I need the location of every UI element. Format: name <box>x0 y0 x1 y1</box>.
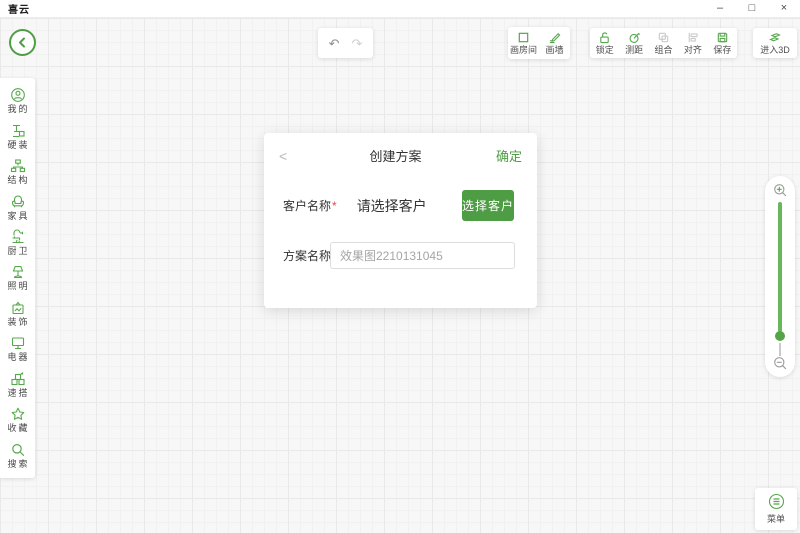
required-mark: * <box>332 199 337 213</box>
plan-name-input[interactable] <box>330 242 515 269</box>
zoom-slider-track[interactable] <box>778 202 782 332</box>
zoom-out-icon[interactable] <box>772 355 788 371</box>
sidebar-item-label: 照明 <box>5 282 29 291</box>
appliance-icon <box>10 335 26 351</box>
enter-3d-button[interactable]: 进入3D <box>753 30 797 56</box>
customer-field-value: 请选择客户 <box>357 196 427 216</box>
sidebar-item-label: 家具 <box>5 212 29 221</box>
menu-icon <box>768 493 785 510</box>
app-title: 喜云 <box>8 1 30 16</box>
sidebar-item-search[interactable]: 搜索 <box>0 438 35 473</box>
menu-label: 菜单 <box>767 512 785 525</box>
favorite-icon <box>10 406 26 422</box>
search-icon <box>10 442 26 458</box>
undo-icon[interactable]: ↶ <box>329 37 340 50</box>
draw-toolbar: 画房间 画墙 <box>508 27 570 59</box>
sidebar-item-favorites[interactable]: 收藏 <box>0 402 35 437</box>
back-button[interactable] <box>9 29 36 56</box>
align-icon <box>686 31 699 44</box>
sidebar-item-mine[interactable]: 我的 <box>0 83 35 118</box>
close-button[interactable]: × <box>768 0 800 17</box>
sidebar-item-decoration[interactable]: 装饰 <box>0 296 35 331</box>
draw-room-label: 画房间 <box>510 46 537 55</box>
redo-icon[interactable]: ↷ <box>352 37 363 50</box>
tools-toolbar: 锁定 测距 组合 对齐 保存 <box>590 28 737 58</box>
sidebar-item-label: 结构 <box>5 176 29 185</box>
measure-label: 测距 <box>625 46 643 55</box>
sidebar-item-label: 我的 <box>5 105 29 114</box>
lock-button[interactable]: 锁定 <box>590 30 619 56</box>
zoom-control <box>765 176 795 377</box>
lock-icon <box>598 31 611 44</box>
maximize-button[interactable]: □ <box>736 0 768 17</box>
plan-field-row: 方案名称 <box>283 242 331 269</box>
dialog-title: 创建方案 <box>299 146 492 165</box>
lock-label: 锁定 <box>596 46 614 55</box>
chevron-left-icon <box>17 37 28 48</box>
sidebar-item-structure[interactable]: 结构 <box>0 154 35 189</box>
draw-wall-label: 画墙 <box>545 46 563 55</box>
save-button[interactable]: 保存 <box>708 30 737 56</box>
sidebar-item-furniture[interactable]: 家具 <box>0 189 35 224</box>
sidebar-item-hard-decor[interactable]: 硬装 <box>0 118 35 153</box>
enter-3d-toolbar: 进入3D <box>753 28 797 58</box>
create-plan-dialog: < 创建方案 确定 客户名称 * 请选择客户 选择客户 方案名称 <box>264 133 537 308</box>
sidebar-item-label: 收藏 <box>5 424 29 433</box>
enter-3d-label: 进入3D <box>760 46 790 55</box>
decoration-icon <box>10 300 26 316</box>
sidebar-item-lighting[interactable]: 照明 <box>0 260 35 295</box>
sidebar-item-kitchen-bath[interactable]: 厨卫 <box>0 225 35 260</box>
window-controls: – □ × <box>704 0 800 17</box>
draw-room-button[interactable]: 画房间 <box>508 29 539 57</box>
align-label: 对齐 <box>684 46 702 55</box>
sidebar-item-label: 速搭 <box>5 389 29 398</box>
draw-wall-button[interactable]: 画墙 <box>539 29 570 57</box>
select-customer-button[interactable]: 选择客户 <box>462 190 514 221</box>
confirm-button[interactable]: 确定 <box>492 146 522 165</box>
plan-field-label: 方案名称 <box>283 247 331 264</box>
hard-decor-icon <box>10 123 26 139</box>
zoom-slider-knob[interactable] <box>775 331 785 341</box>
furniture-icon <box>10 194 26 210</box>
app-window: 喜云 – □ × ↶ ↷ 画房间 画墙 <box>0 0 800 533</box>
structure-icon <box>10 158 26 174</box>
dialog-back-button[interactable]: < <box>279 148 299 164</box>
sidebar-item-label: 装饰 <box>5 318 29 327</box>
lighting-icon <box>10 264 26 280</box>
group-button[interactable]: 组合 <box>649 30 678 56</box>
category-sidebar: 我的 硬装 结构 家具 厨卫 <box>0 78 35 478</box>
sidebar-item-appliance[interactable]: 电器 <box>0 331 35 366</box>
sidebar-item-quick-build[interactable]: 速搭 <box>0 367 35 402</box>
measure-button[interactable]: 测距 <box>619 30 648 56</box>
dialog-header: < 创建方案 确定 <box>264 133 537 165</box>
titlebar: 喜云 – □ × <box>0 0 800 18</box>
enter-3d-icon <box>768 32 782 44</box>
zoom-in-icon[interactable] <box>772 182 788 198</box>
sidebar-item-label: 硬装 <box>5 141 29 150</box>
kitchen-bath-icon <box>10 229 26 245</box>
sidebar-item-label: 厨卫 <box>5 247 29 256</box>
user-icon <box>10 87 26 103</box>
measure-icon <box>628 31 641 44</box>
menu-button[interactable]: 菜单 <box>755 488 797 530</box>
quick-build-icon <box>10 371 26 387</box>
save-label: 保存 <box>713 46 731 55</box>
group-label: 组合 <box>655 46 673 55</box>
sidebar-item-label: 电器 <box>5 353 29 362</box>
save-icon <box>716 31 729 44</box>
align-button[interactable]: 对齐 <box>678 30 707 56</box>
undo-redo-toolbar: ↶ ↷ <box>318 28 373 58</box>
minimize-button[interactable]: – <box>704 0 736 17</box>
customer-field-label: 客户名称 <box>283 197 331 214</box>
sidebar-item-label: 搜索 <box>5 460 29 469</box>
customer-field-row: 客户名称 * 请选择客户 <box>283 190 427 221</box>
draw-wall-icon <box>548 31 561 44</box>
draw-room-icon <box>517 31 530 44</box>
group-icon <box>657 31 670 44</box>
